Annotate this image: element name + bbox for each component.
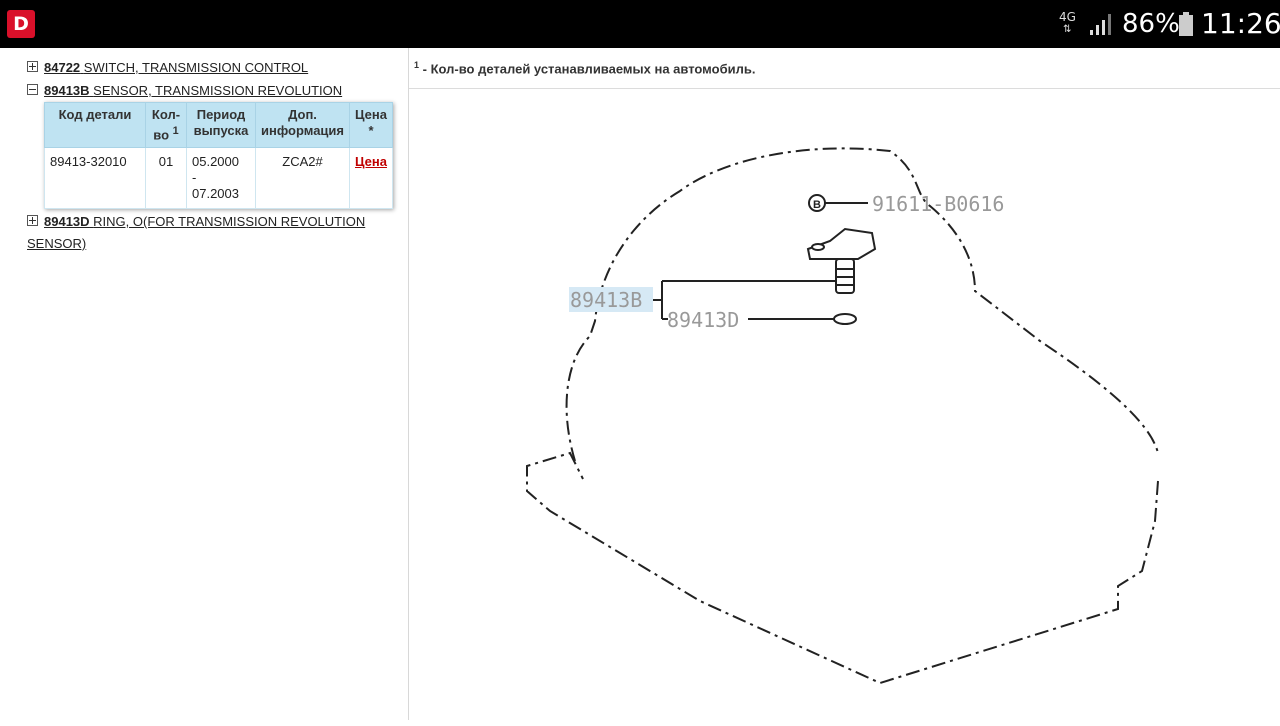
table-header-row: Код детали Кол-во 1 Период выпуска Доп. ин… bbox=[44, 101, 393, 149]
cell-period: 05.2000-07.2003 bbox=[186, 147, 256, 210]
table-row: 89413-32010 01 05.2000-07.2003 ZCA2# Цен… bbox=[44, 147, 393, 210]
part-link-89413b[interactable]: 89413B SENSOR, TRANSMISSION REVOLUTION bbox=[44, 83, 342, 98]
battery-icon bbox=[1179, 12, 1193, 36]
header-info: Доп. информация bbox=[254, 101, 351, 149]
sensor-code-label[interactable]: 89413B bbox=[570, 288, 642, 312]
cell-price: Цена bbox=[349, 147, 393, 210]
signal-strength-icon bbox=[1090, 14, 1111, 35]
header-code: Код детали bbox=[44, 101, 146, 149]
app-icon[interactable]: D bbox=[7, 10, 35, 38]
tree-item-89413b[interactable]: 89413B SENSOR, TRANSMISSION REVOLUTION bbox=[27, 80, 342, 102]
collapse-minus-icon[interactable] bbox=[27, 84, 38, 95]
ring-code-label[interactable]: 89413D bbox=[667, 308, 739, 332]
part-link-89413d[interactable]: 89413D RING, O(FOR TRANSMISSION REVOLUTI… bbox=[27, 214, 365, 251]
expand-plus-icon[interactable] bbox=[27, 215, 38, 226]
network-type-label: 4G bbox=[1059, 10, 1076, 24]
tree-item-89413d[interactable]: 89413D RING, O(FOR TRANSMISSION REVOLUTI… bbox=[27, 211, 365, 255]
data-arrows-icon: ⇅ bbox=[1063, 24, 1072, 35]
o-ring-drawing bbox=[833, 313, 857, 325]
parts-diagram-frame: B 91611-B0616 89413B 89413D bbox=[409, 88, 1280, 721]
bolt-code-label: 91611-B0616 bbox=[872, 192, 1004, 216]
price-link[interactable]: Цена bbox=[355, 154, 387, 169]
footnote: 1 - Кол-во деталей устанавливаемых на ав… bbox=[414, 60, 756, 77]
expand-plus-icon[interactable] bbox=[27, 61, 38, 72]
parts-tree-panel: 84722 SWITCH, TRANSMISSION CONTROL 89413… bbox=[0, 48, 408, 720]
clock: 11:26 bbox=[1201, 7, 1280, 40]
part-link-84722[interactable]: 84722 SWITCH, TRANSMISSION CONTROL bbox=[44, 60, 308, 75]
housing-outline-right bbox=[526, 451, 1159, 685]
sensor-drawing bbox=[806, 227, 877, 294]
status-bar: D 4G ⇅ 86% 11:26 bbox=[0, 0, 1280, 48]
bolt-marker-letter: B bbox=[813, 199, 821, 211]
header-period: Период выпуска bbox=[186, 101, 256, 149]
cell-code: 89413-32010 bbox=[44, 147, 146, 210]
cell-info: ZCA2# bbox=[254, 147, 351, 210]
header-qty: Кол-во 1 bbox=[145, 101, 187, 149]
housing-outline bbox=[565, 147, 1159, 462]
parts-diagram: B 91611-B0616 89413B 89413D bbox=[526, 147, 1159, 685]
parts-detail-table: Код детали Кол-во 1 Период выпуска Доп. ин… bbox=[44, 101, 393, 210]
cell-qty: 01 bbox=[145, 147, 187, 210]
tree-item-84722[interactable]: 84722 SWITCH, TRANSMISSION CONTROL bbox=[27, 57, 308, 79]
battery-percent: 86% bbox=[1122, 9, 1180, 39]
header-price: Цена * bbox=[349, 101, 393, 149]
